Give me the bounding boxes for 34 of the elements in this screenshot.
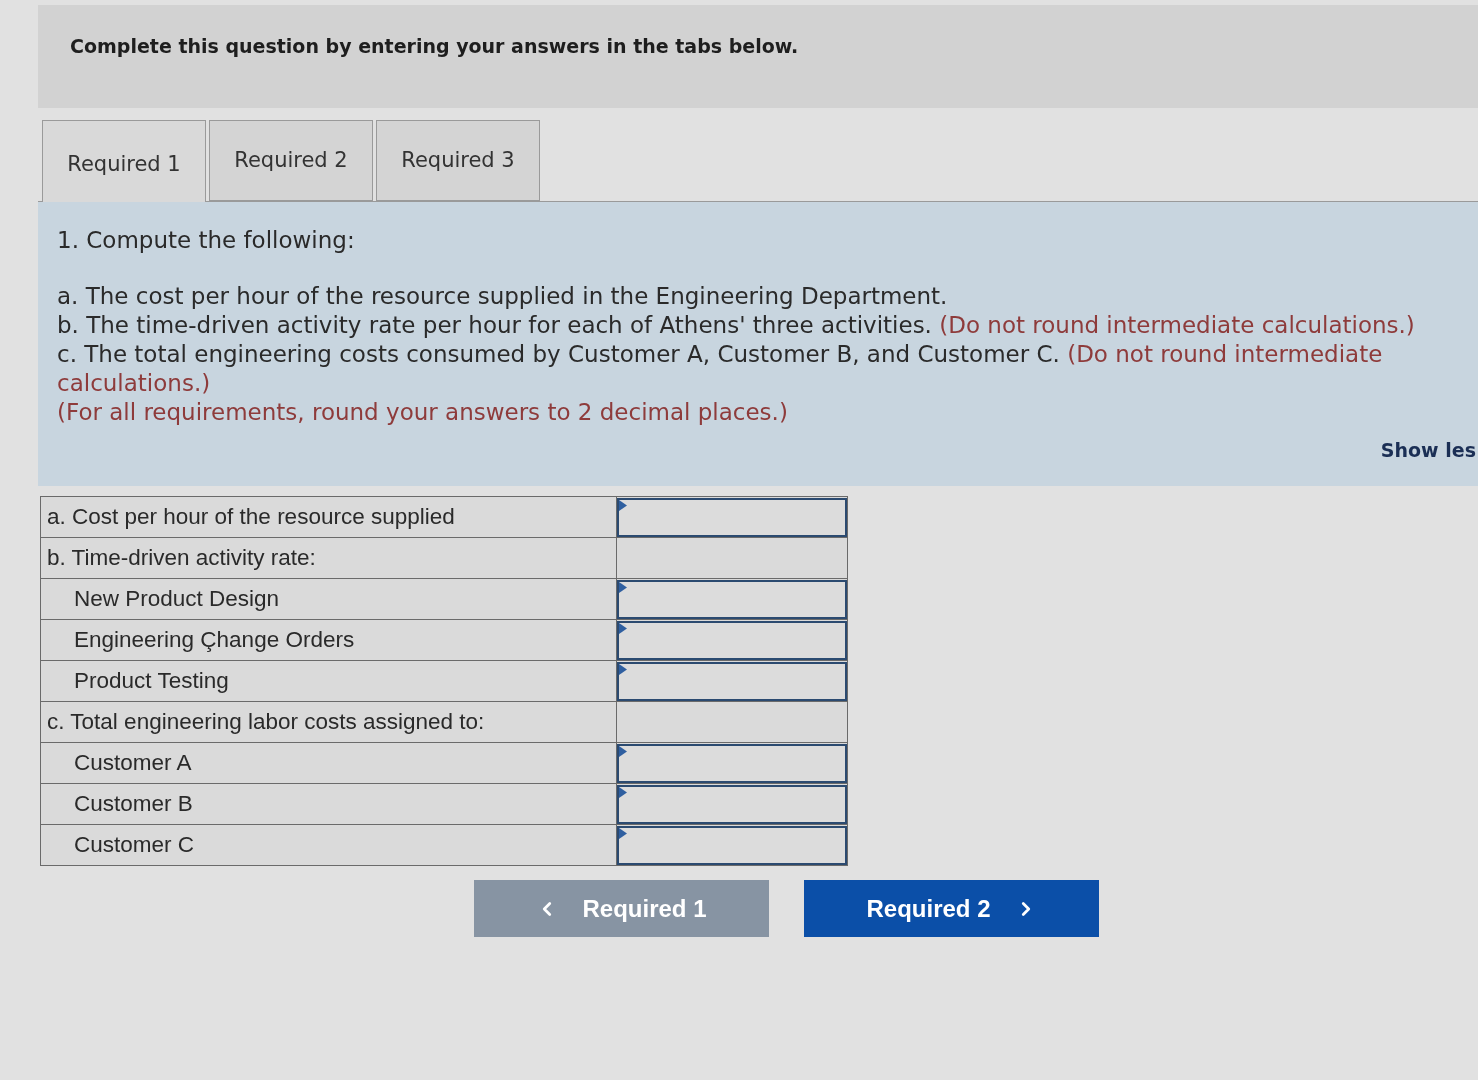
tab[interactable]: Required 1 [42,120,206,202]
table-cell: b. Time-driven activity rate: [40,537,617,579]
show-less-link[interactable]: Show les [1380,436,1476,465]
instruction-text: b. The time-driven activity rate per hour for each of Athens' three activities. (Do not round intermediate calculations.) [57,311,1416,340]
table-cell: New Product Design [40,578,617,620]
corner-marker-icon [618,745,627,757]
answer-field[interactable] [616,784,847,824]
table-cell: Engineering Çhange Orders [40,619,617,661]
answer-field[interactable] [616,579,847,619]
corner-marker-icon [618,786,627,798]
corner-marker-icon [618,499,627,511]
corner-marker-icon [618,581,627,593]
answer-field[interactable] [616,825,847,865]
corner-marker-icon [618,827,627,839]
instruction-heading: 1. Compute the following: [57,226,356,255]
answer-field[interactable] [616,743,847,783]
page-title: Complete this question by entering your answers in the tabs below. [70,34,799,60]
instruction-text: a. The cost per hour of the resource supplied in the Engineering Department. [57,282,949,311]
answer-field[interactable] [616,661,847,701]
table-cell: c. Total engineering labor costs assigned to: [40,701,617,743]
table-cell: a. Cost per hour of the resource supplied [40,496,617,538]
table-cell: Customer B [40,783,617,825]
answer-field[interactable] [616,497,847,537]
instruction-text: (For all requirements, round your answers to 2 decimal places.) [57,398,789,427]
table-cell: Customer A [40,742,617,784]
tab[interactable]: Required 2 [209,120,373,201]
table-cell: Customer C [40,824,617,866]
corner-marker-icon [618,663,627,675]
answer-field[interactable] [616,620,847,660]
tab[interactable]: Required 3 [376,120,540,201]
table-cell: Product Testing [40,660,617,702]
next-button[interactable]: Required 2 [804,880,1099,937]
corner-marker-icon [618,622,627,634]
instruction-text: c. The total engineering costs consumed by Customer A, Customer B, and Customer C. (Do not round intermediate calculations.) [57,340,1384,398]
